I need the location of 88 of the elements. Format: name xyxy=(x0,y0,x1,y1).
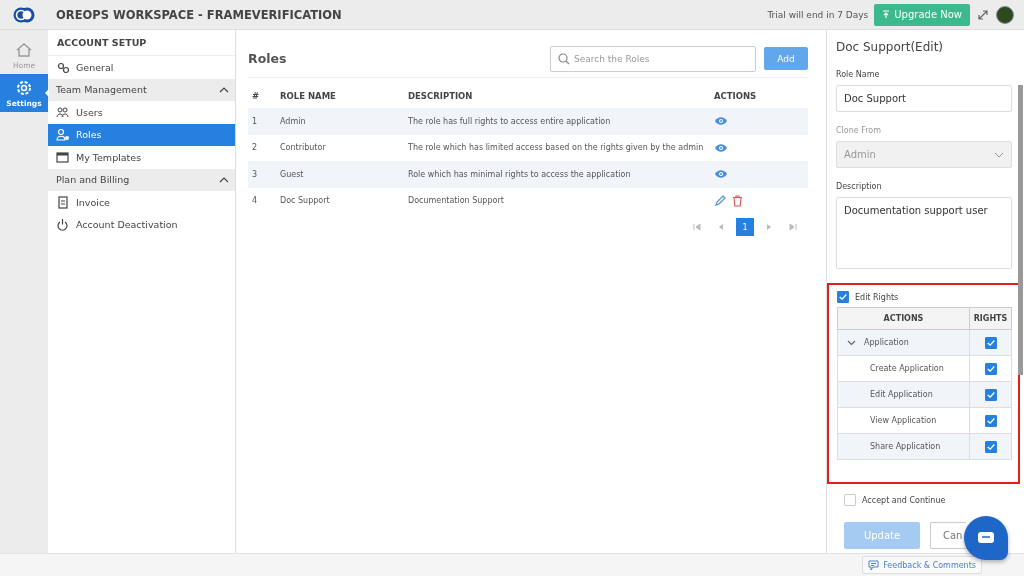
pencil-icon[interactable] xyxy=(714,194,726,207)
checkbox[interactable] xyxy=(837,291,849,303)
previous-page-icon xyxy=(717,223,725,231)
table-cell: Admin xyxy=(276,108,404,135)
checkbox[interactable] xyxy=(984,336,997,349)
trial-notice: Trial will end in 7 Days xyxy=(767,9,869,20)
group-label: Plan and Billing xyxy=(56,174,130,186)
field-label: Clone From xyxy=(836,126,883,135)
checkbox-label: Accept and Continue xyxy=(862,495,946,505)
field-label: Role Name xyxy=(836,70,881,79)
checkbox[interactable] xyxy=(844,494,856,506)
sidebar-item[interactable]: Account Deactivation xyxy=(48,213,235,236)
table-cell: Guest xyxy=(276,161,404,188)
column-header: ROLE NAME xyxy=(276,84,404,108)
column-header: RIGHTS xyxy=(969,307,1012,330)
role-name-field[interactable]: Doc Support xyxy=(836,85,1012,112)
logo-icon xyxy=(13,6,35,23)
chevron-up-icon xyxy=(219,176,229,183)
window-icon xyxy=(56,150,69,164)
column-header: DESCRIPTION xyxy=(404,84,710,108)
avatar[interactable] xyxy=(996,5,1014,24)
table-cell: 2 xyxy=(248,134,276,161)
table-cell: Contributor xyxy=(276,134,404,161)
field-label: Description xyxy=(836,182,883,191)
table-cell: Create Application xyxy=(870,364,944,373)
checkbox[interactable] xyxy=(984,388,997,401)
description-field[interactable]: Documentation support user xyxy=(836,197,1012,269)
add-button[interactable]: Add xyxy=(764,47,808,70)
panel-title: Doc Support(Edit) xyxy=(836,40,945,54)
group-header[interactable]: Team Management xyxy=(48,78,235,101)
settings-icon xyxy=(15,78,33,97)
checkbox[interactable] xyxy=(984,440,997,453)
eye-icon[interactable] xyxy=(714,169,728,180)
chevron-down-icon[interactable] xyxy=(847,338,856,347)
sidebar-item[interactable]: General xyxy=(48,56,235,79)
user-icon xyxy=(56,128,69,142)
expand-icon[interactable] xyxy=(978,9,988,20)
home-icon xyxy=(15,40,33,59)
table-cell: View Application xyxy=(870,416,937,425)
power-icon xyxy=(56,218,69,232)
table-cell: 4 xyxy=(248,187,276,214)
table-cell: Documentation Support xyxy=(404,187,710,214)
table-cell: Doc Support xyxy=(276,187,404,214)
page-button[interactable]: 1 xyxy=(736,218,754,236)
sidebar-item[interactable]: My Templates xyxy=(48,146,235,169)
table-cell: 1 xyxy=(248,108,276,135)
sidebar-item[interactable]: Invoice xyxy=(48,191,235,214)
table-cell: The role which has limited access based on the rights given by the admin xyxy=(404,134,710,161)
chat-button[interactable] xyxy=(964,516,1008,560)
table-cell: The role has full rights to access entire application xyxy=(404,108,710,135)
next-page-icon xyxy=(765,223,773,231)
column-header: ACTIONS xyxy=(710,84,808,108)
checkbox-label: Edit Rights xyxy=(855,292,899,302)
column-header: ACTIONS xyxy=(837,307,970,330)
group-label: Team Management xyxy=(56,84,147,96)
users-icon xyxy=(56,105,69,119)
group-header[interactable]: Plan and Billing xyxy=(48,168,235,191)
table-cell: Edit Application xyxy=(870,390,933,399)
table-cell: Role which has minimal rights to access the application xyxy=(404,161,710,188)
sidebar-item[interactable]: Users xyxy=(48,101,235,124)
upgrade-button[interactable]: Upgrade Now xyxy=(874,3,970,26)
search-field[interactable]: Search the Roles xyxy=(550,45,756,72)
app-title: OREOPS WORKSPACE - FRAMEVERIFICATION xyxy=(55,7,343,22)
search-icon xyxy=(558,52,570,65)
upgrade-icon xyxy=(882,10,891,19)
checkbox[interactable] xyxy=(984,362,997,375)
page-title: Roles xyxy=(248,51,288,66)
document-icon xyxy=(56,195,69,209)
comment-icon xyxy=(868,559,880,571)
table-cell: Share Application xyxy=(870,442,941,451)
chat-icon xyxy=(977,531,995,545)
first-page-icon xyxy=(693,223,701,231)
last-page-icon xyxy=(789,223,797,231)
table-cell: Application xyxy=(864,338,909,347)
eye-icon[interactable] xyxy=(714,116,728,127)
eye-icon[interactable] xyxy=(714,142,728,153)
cancel-button[interactable]: Can xyxy=(930,522,966,549)
section-title: ACCOUNT SETUP xyxy=(48,30,235,56)
scrollbar[interactable] xyxy=(1018,85,1023,375)
column-header: # xyxy=(248,84,276,108)
checkbox[interactable] xyxy=(984,414,997,427)
gears-icon xyxy=(56,60,69,74)
chevron-up-icon xyxy=(219,86,229,93)
trash-icon[interactable] xyxy=(732,194,743,207)
sidebar-item[interactable]: Roles xyxy=(48,123,235,146)
chevron-down-icon xyxy=(994,151,1004,158)
feedback-button[interactable]: Feedback & Comments xyxy=(862,556,982,574)
table-cell: 3 xyxy=(248,161,276,188)
